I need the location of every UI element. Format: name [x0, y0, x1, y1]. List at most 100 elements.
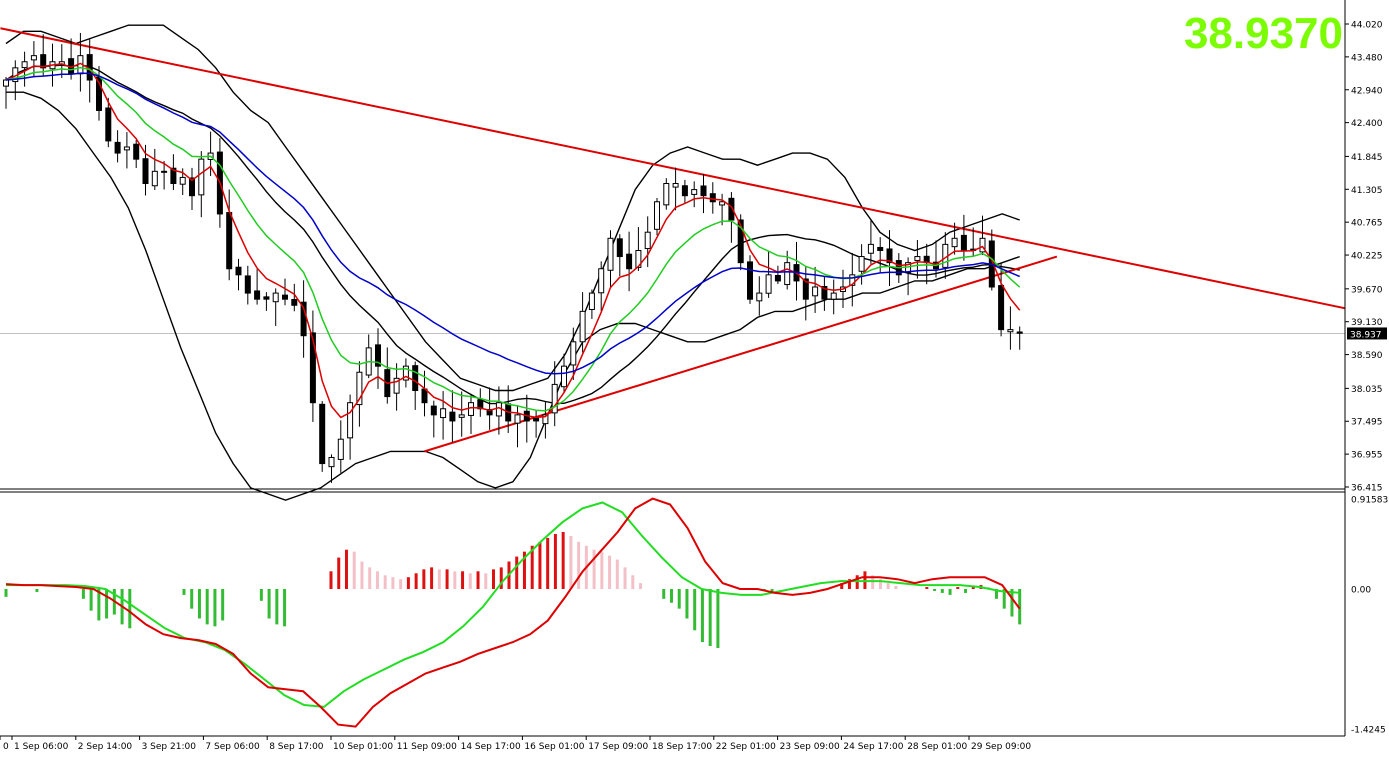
candle-body [21, 61, 28, 69]
candle-body [626, 253, 633, 270]
candle-body [244, 275, 251, 294]
time-tick-label: 11 Sep 09:00 [397, 742, 457, 752]
candle-body [644, 231, 651, 250]
time-tick-label: 10 Sep 01:00 [333, 742, 393, 752]
current-price-tag-label: 38.937 [1350, 330, 1382, 340]
time-tick-label: 3 Sep 21:00 [142, 742, 197, 752]
price-tick-label: 41.305 [1351, 186, 1383, 196]
time-tick-label: 7 Sep 06:00 [205, 742, 260, 752]
price-tick-label: 38.035 [1351, 385, 1383, 395]
candle-body [691, 189, 698, 195]
candle-body [235, 266, 242, 276]
candle-body [179, 176, 186, 185]
candle-body [105, 107, 112, 142]
time-tick-label: 17 Sep 09:00 [588, 742, 648, 752]
macd-tick-label: 0.91583 [1351, 496, 1388, 506]
candle-body [347, 402, 354, 439]
candle-body [533, 417, 540, 422]
candle-body [1016, 331, 1023, 334]
candle-body [607, 237, 614, 271]
candle-body [951, 237, 958, 248]
candle-body [263, 296, 270, 300]
price-tick-label: 40.225 [1351, 252, 1383, 262]
candle-body [468, 402, 474, 416]
time-tick-label: 16 Sep 01:00 [524, 742, 584, 752]
candle-body [151, 170, 158, 187]
candle-body [561, 365, 567, 388]
candle-body [681, 185, 688, 197]
candle-body [616, 238, 623, 258]
macd-tick-label: -1.4245 [1351, 726, 1386, 736]
candle-body [756, 292, 763, 302]
candle-body [914, 256, 921, 261]
price-tick-label: 44.020 [1351, 21, 1383, 31]
price-tick-label: 41.845 [1351, 153, 1383, 163]
candle-body [700, 185, 707, 197]
price-tick-label: 39.130 [1351, 318, 1383, 328]
candle-body [960, 234, 967, 251]
price-tick-label: 43.480 [1351, 53, 1383, 63]
candle [319, 401, 326, 472]
candle-body [421, 388, 428, 404]
candle-body [328, 456, 335, 468]
candle-body [133, 143, 140, 160]
time-tick-label: 1 Sep 06:00 [14, 742, 69, 752]
candle-body [709, 193, 716, 203]
time-tick-label: 2 Sep 14:00 [78, 742, 133, 752]
candle-body [774, 274, 781, 282]
time-tick-label: 24 Sep 17:00 [843, 742, 903, 752]
candle [747, 255, 753, 304]
candle [654, 197, 660, 236]
candle-body [440, 408, 447, 419]
time-tick-label: 29 Sep 09:00 [971, 742, 1031, 752]
candle-body [30, 55, 37, 61]
candle-body [254, 290, 261, 300]
candle-body [291, 298, 298, 306]
candle-body [588, 292, 595, 311]
candle-body [598, 268, 605, 294]
time-tick-label: 0 [3, 742, 9, 752]
time-tick-label: 8 Sep 17:00 [269, 742, 324, 752]
candle-body [282, 294, 288, 300]
price-tick-label: 40.765 [1351, 219, 1383, 229]
candle-body [1007, 329, 1014, 333]
macd-tick-label: 0.00 [1351, 586, 1371, 596]
candle-body [3, 79, 9, 87]
candle-body [858, 256, 865, 272]
time-tick-label: 28 Sep 01:00 [907, 742, 967, 752]
candle-body [142, 158, 149, 185]
time-tick-label: 22 Sep 01:00 [716, 742, 776, 752]
candle-body [514, 414, 521, 424]
candle-body [784, 262, 791, 286]
candle-body [654, 201, 660, 230]
price-display: 38.9370 [1184, 9, 1343, 58]
price-tick-label: 36.415 [1351, 484, 1383, 494]
candle-body [998, 285, 1005, 331]
candle-body [430, 405, 437, 416]
candle-body [579, 310, 586, 343]
time-tick-label: 14 Sep 17:00 [461, 742, 521, 752]
candle-body [458, 414, 465, 418]
candle-body [412, 365, 419, 392]
chart-canvas[interactable]: 44.020 43.480 42.940 42.400 41.845 41.305 40.7… [0, 0, 1389, 761]
price-tick-label: 39.670 [1351, 285, 1383, 295]
candle-body [123, 146, 130, 151]
candle-body [830, 292, 837, 300]
candle-body [812, 286, 819, 297]
price-tick-label: 42.400 [1351, 119, 1383, 129]
price-tick-label: 36.955 [1351, 451, 1383, 461]
candle-body [877, 246, 884, 251]
candle-body [449, 411, 456, 422]
candle-body [663, 183, 670, 206]
candle-body [570, 341, 577, 366]
price-tick-label: 37.495 [1351, 418, 1383, 428]
candle-body [226, 212, 233, 270]
candle-body [747, 261, 753, 300]
price-tick-label: 42.940 [1351, 86, 1383, 96]
candle-body [719, 201, 726, 206]
candle-body [272, 292, 279, 303]
candle-body [319, 403, 326, 465]
candle-body [867, 243, 874, 254]
candle-body [309, 332, 316, 404]
price-tick-label: 38.590 [1351, 351, 1383, 361]
